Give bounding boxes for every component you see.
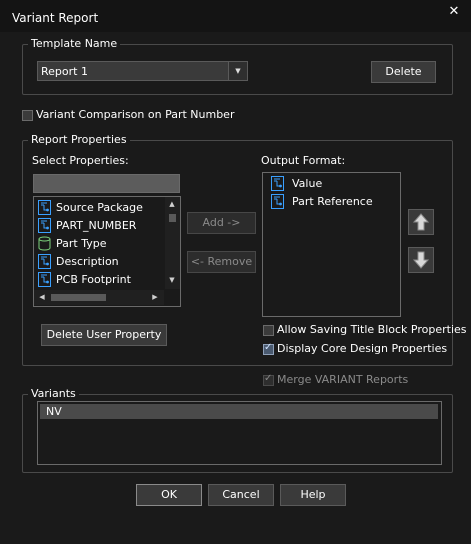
output-format-label: Output Format:: [261, 154, 346, 167]
scroll-thumb[interactable]: [51, 294, 106, 301]
help-button[interactable]: Help: [280, 484, 346, 506]
cancel-button[interactable]: Cancel: [208, 484, 274, 506]
delete-template-button[interactable]: Delete: [371, 61, 436, 83]
template-combo-value: Report 1: [41, 65, 88, 78]
vertical-scrollbar[interactable]: ▲ ▼: [165, 197, 180, 289]
list-item[interactable]: Value: [267, 175, 397, 192]
merge-variant-checkbox[interactable]: [263, 373, 274, 386]
move-down-button[interactable]: [408, 247, 434, 273]
property-icon: [38, 254, 51, 269]
select-properties-label: Select Properties:: [32, 154, 129, 167]
list-item[interactable]: Part Type: [34, 235, 164, 252]
list-item-label: Source Package: [56, 201, 143, 214]
scroll-left-icon[interactable]: ◀: [36, 293, 48, 301]
property-icon: [38, 272, 51, 287]
list-item-label: Part Type: [56, 237, 107, 250]
arrow-up-icon: [412, 213, 430, 231]
select-properties-list[interactable]: Source Package PART_NUMBER Part Type Des…: [33, 196, 181, 307]
scroll-thumb[interactable]: [169, 214, 176, 222]
template-name-legend: Template Name: [28, 38, 121, 50]
list-item[interactable]: PCB Footprint: [34, 271, 164, 288]
list-item-label: Description: [56, 255, 119, 268]
property-icon: [38, 218, 51, 233]
add-button[interactable]: Add ->: [187, 212, 256, 234]
list-item-label: PART_NUMBER: [56, 219, 137, 232]
list-item[interactable]: Part Reference: [267, 193, 397, 210]
variant-name: NV: [46, 405, 62, 418]
list-item[interactable]: Description: [34, 253, 164, 270]
variants-legend: Variants: [28, 388, 79, 400]
variant-comparison-label: Variant Comparison on Part Number: [36, 108, 235, 121]
template-combo[interactable]: Report 1 ▼: [37, 61, 248, 81]
list-item-label: PCB Footprint: [56, 273, 131, 286]
ok-button[interactable]: OK: [136, 484, 202, 506]
variant-row[interactable]: NV: [40, 404, 438, 419]
move-up-button[interactable]: [408, 209, 434, 235]
list-item-label: Value: [292, 177, 323, 190]
allow-saving-label: Allow Saving Title Block Properties: [277, 323, 467, 336]
property-icon: [271, 194, 284, 209]
chevron-down-icon[interactable]: ▼: [228, 62, 247, 80]
list-item[interactable]: Source Package: [34, 199, 164, 216]
display-core-label: Display Core Design Properties: [277, 342, 448, 355]
part-type-icon: [38, 236, 51, 251]
variants-list[interactable]: NV: [37, 401, 442, 465]
property-icon: [38, 200, 51, 215]
arrow-down-icon: [412, 251, 430, 269]
merge-variant-label: Merge VARIANT Reports: [277, 373, 409, 386]
window-title: Variant Report: [12, 11, 99, 25]
scroll-down-icon[interactable]: ▼: [166, 276, 178, 284]
list-item[interactable]: PART_NUMBER: [34, 217, 164, 234]
variant-comparison-checkbox[interactable]: [22, 110, 33, 121]
property-search-input[interactable]: [33, 174, 180, 193]
scroll-up-icon[interactable]: ▲: [166, 200, 178, 208]
list-item-label: Part Reference: [292, 195, 373, 208]
output-format-list[interactable]: Value Part Reference: [262, 172, 401, 317]
report-properties-legend: Report Properties: [28, 134, 130, 146]
close-icon[interactable]: ✕: [444, 4, 464, 22]
allow-saving-checkbox[interactable]: [263, 325, 274, 336]
delete-user-property-button[interactable]: Delete User Property: [41, 324, 167, 346]
property-icon: [271, 176, 284, 191]
display-core-checkbox[interactable]: [263, 342, 274, 355]
scroll-right-icon[interactable]: ▶: [149, 293, 161, 301]
horizontal-scrollbar[interactable]: ◀ ▶: [34, 290, 164, 305]
remove-button[interactable]: <- Remove: [187, 251, 256, 273]
